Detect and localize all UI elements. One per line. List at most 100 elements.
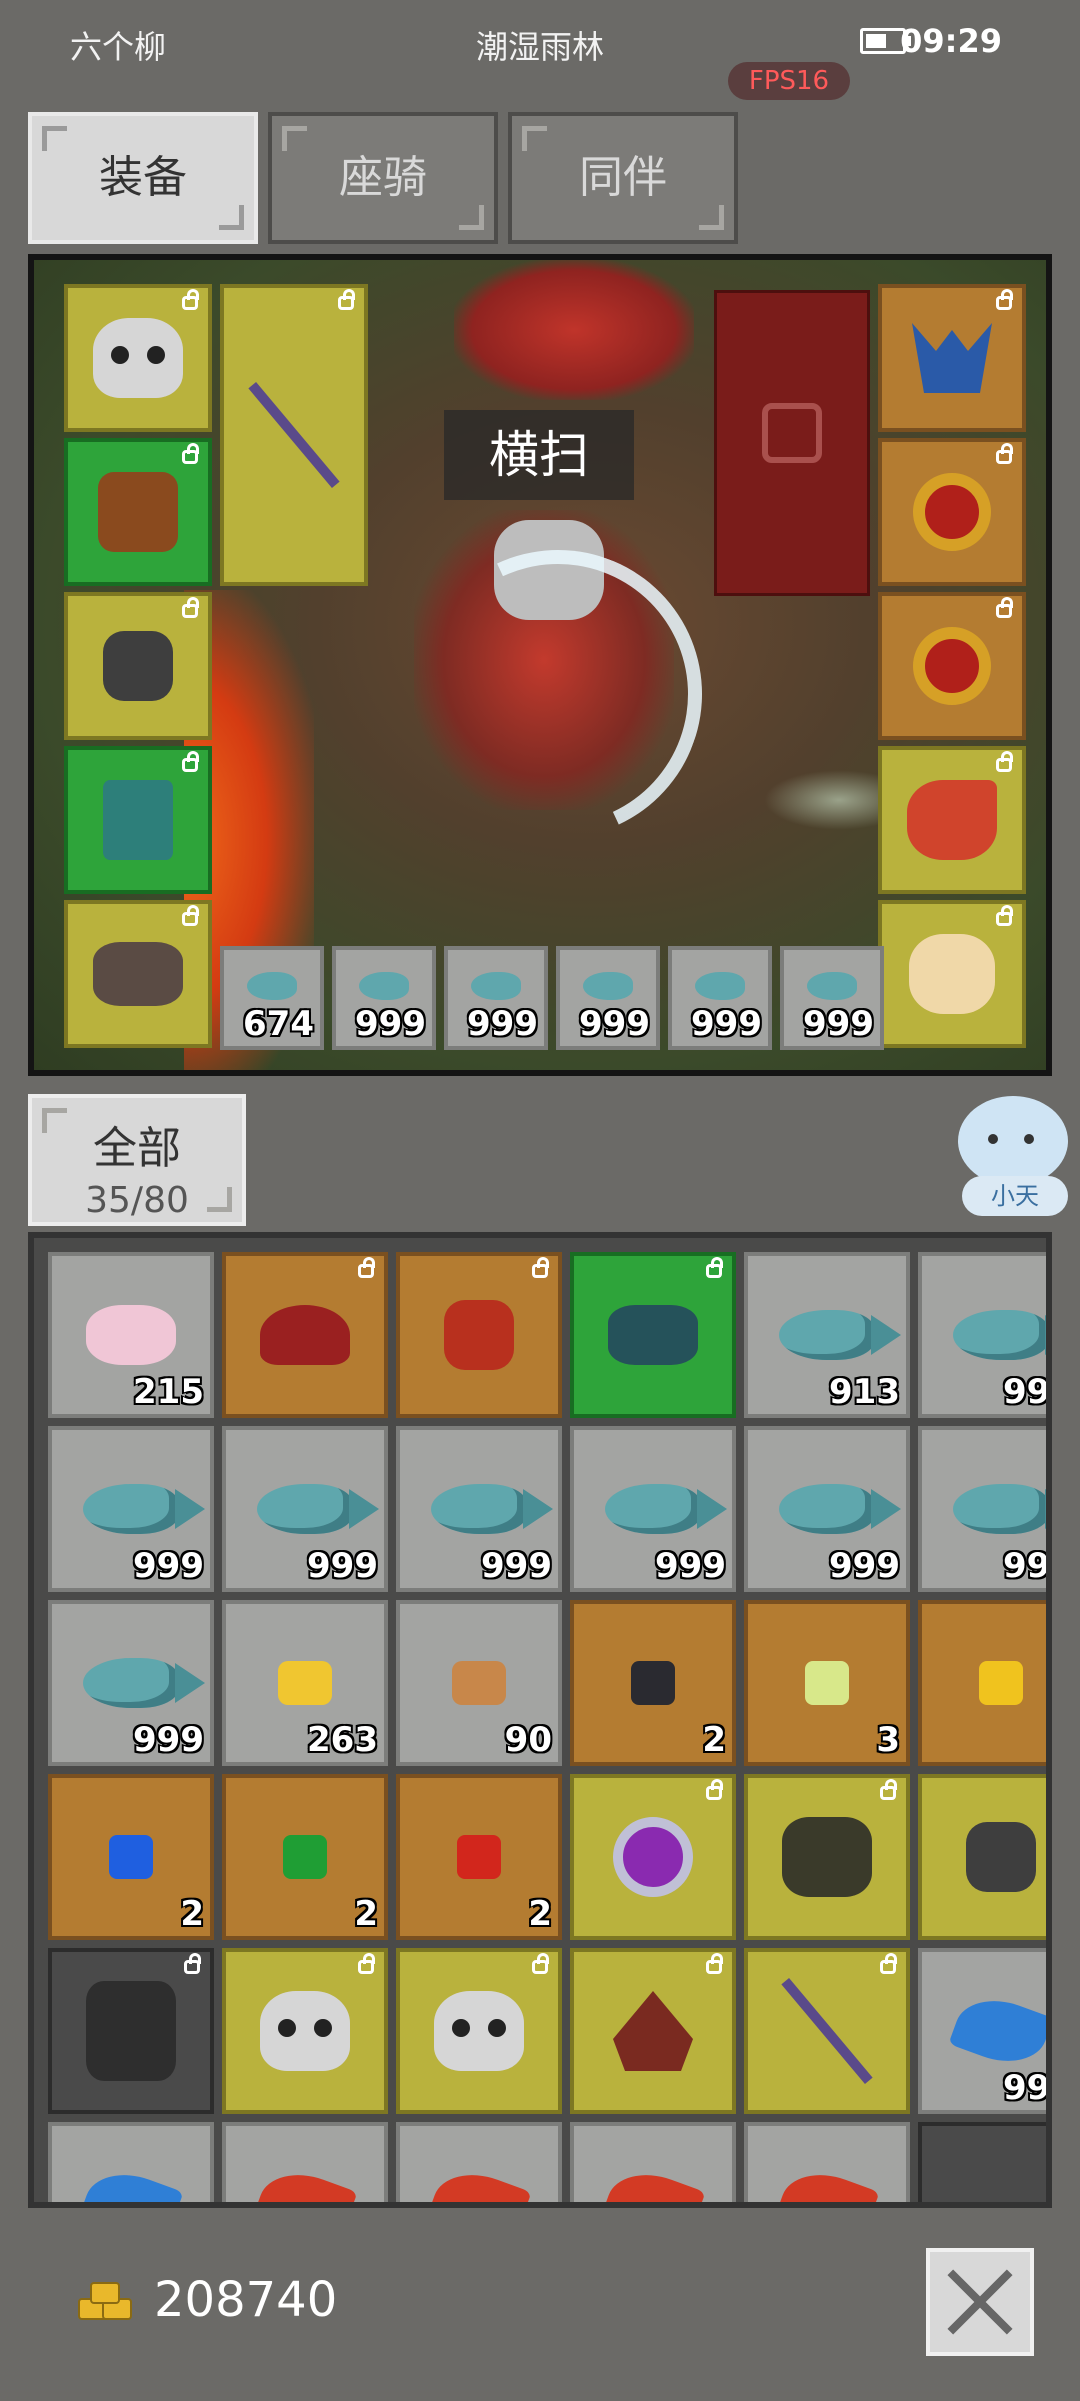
lime-gem-icon	[805, 1661, 849, 1705]
gold-amount: 208740	[154, 2272, 338, 2328]
inventory-slot[interactable]: 215	[48, 1252, 214, 1418]
inventory-slot[interactable]	[222, 1948, 388, 2114]
inventory-slot[interactable]: 999	[48, 1426, 214, 1592]
inventory-slot[interactable]: 999	[48, 1600, 214, 1766]
lock-icon	[706, 1257, 723, 1278]
item-count: 2	[702, 1720, 726, 1760]
equip-slot-head-ornament[interactable]	[878, 284, 1026, 432]
inventory-slot[interactable]	[744, 1948, 910, 2114]
equip-slot-ring-1[interactable]	[878, 438, 1026, 586]
inventory-slot[interactable]: 999	[570, 1426, 736, 1592]
inventory-slot[interactable]	[48, 1948, 214, 2114]
equip-slot-mount[interactable]	[878, 746, 1026, 894]
inventory-slot[interactable]	[918, 1774, 1046, 1940]
skull-helmet-icon	[93, 318, 183, 398]
inventory-slot[interactable]: 913	[744, 1252, 910, 1418]
inventory-slot-empty[interactable]	[918, 2122, 1046, 2202]
item-count: 913	[829, 1372, 900, 1412]
item-count: 999	[133, 1546, 204, 1586]
teal-boots-icon	[103, 780, 173, 860]
inventory-slot[interactable]	[222, 1252, 388, 1418]
item-count: 674	[243, 1004, 314, 1044]
equip-slot-gloves[interactable]	[64, 592, 212, 740]
equip-slot-boots[interactable]	[64, 746, 212, 894]
battery-icon	[860, 28, 911, 54]
barrel-armor-icon	[782, 1817, 872, 1897]
inventory-slot[interactable]: 999	[918, 1252, 1046, 1418]
dark-bag-icon	[93, 942, 183, 1006]
fish-icon	[807, 972, 857, 1001]
inventory-slot[interactable]: 2	[396, 1774, 562, 1940]
quick-slot-4[interactable]: 999	[556, 946, 660, 1050]
inventory-slot[interactable]: 999	[396, 2122, 562, 2202]
red-feather-icon	[774, 2161, 880, 2202]
inventory-slot[interactable]: 999	[918, 1426, 1046, 1592]
inventory-slot[interactable]: 2	[48, 1774, 214, 1940]
equip-slot-ring-2[interactable]	[878, 592, 1026, 740]
inventory-slot[interactable]: 2	[570, 1600, 736, 1766]
item-count: 999	[655, 1546, 726, 1586]
equip-slot-armor[interactable]	[64, 438, 212, 586]
inventory-slot[interactable]	[918, 1600, 1046, 1766]
inventory-slot[interactable]: 999	[396, 1426, 562, 1592]
tab-mount[interactable]: 座骑	[268, 112, 498, 244]
inventory-slot[interactable]: 286	[48, 2122, 214, 2202]
item-count: 999	[803, 1004, 874, 1044]
inventory-slot[interactable]: 999	[570, 2122, 736, 2202]
amethyst-pendant-icon	[613, 1817, 693, 1897]
inventory-slot[interactable]	[570, 1252, 736, 1418]
assistant-label: 小天	[962, 1176, 1068, 1216]
item-count: 2	[180, 1894, 204, 1934]
equip-slot-helmet[interactable]	[64, 284, 212, 432]
item-count: 999	[579, 1004, 650, 1044]
lock-icon	[706, 1779, 723, 1800]
iron-glove-icon	[103, 631, 173, 701]
skull-helmet-icon	[260, 1991, 350, 2071]
fish-icon	[583, 972, 633, 1001]
lock-icon	[996, 597, 1013, 618]
quick-slot-3[interactable]: 999	[444, 946, 548, 1050]
item-count: 3	[876, 1720, 900, 1760]
inventory-slot[interactable]	[570, 1948, 736, 2114]
quick-slot-2[interactable]: 999	[332, 946, 436, 1050]
equip-slot-bag[interactable]	[64, 900, 212, 1048]
inventory-slot[interactable]: 999	[744, 2122, 910, 2202]
inventory-slot[interactable]: 999	[918, 1948, 1046, 2114]
inventory-slot[interactable]: 2	[222, 1774, 388, 1940]
yellow-gem-icon	[979, 1661, 1023, 1705]
item-count: 2	[354, 1894, 378, 1934]
tab-equipment-label: 装备	[99, 152, 187, 203]
red-feather-icon	[600, 2161, 706, 2202]
quick-slot-6[interactable]: 999	[780, 946, 884, 1050]
quick-slot-1[interactable]: 674	[220, 946, 324, 1050]
close-button[interactable]	[926, 2248, 1034, 2356]
equip-slot-companion[interactable]	[878, 900, 1026, 1048]
red-glove-icon	[444, 1300, 514, 1370]
inventory-slot[interactable]: 3	[744, 1600, 910, 1766]
quick-slot-5[interactable]: 999	[668, 946, 772, 1050]
blue-feather-icon	[948, 1987, 1046, 2075]
lock-icon	[338, 289, 355, 310]
dark-armor-icon	[86, 1981, 176, 2081]
inventory-slot[interactable]	[396, 1948, 562, 2114]
tab-equipment[interactable]: 装备	[28, 112, 258, 244]
inventory-slot[interactable]: 558	[222, 2122, 388, 2202]
fish-icon	[257, 1484, 379, 1534]
inventory-slot[interactable]	[744, 1774, 910, 1940]
category-tab-all[interactable]: 全部 35/80	[28, 1094, 246, 1226]
lock-icon	[706, 1953, 723, 1974]
assistant-button[interactable]: 小天	[952, 1096, 1072, 1220]
inventory-slot[interactable]: 263	[222, 1600, 388, 1766]
tab-companion[interactable]: 同伴	[508, 112, 738, 244]
lock-icon	[996, 905, 1013, 926]
inventory-slot[interactable]	[396, 1252, 562, 1418]
inventory-slot[interactable]: 90	[396, 1600, 562, 1766]
inventory-slot[interactable]: 999	[744, 1426, 910, 1592]
inventory-slot[interactable]: 999	[222, 1426, 388, 1592]
lock-icon	[182, 597, 199, 618]
equip-slot-weapon[interactable]	[220, 284, 368, 586]
lock-icon	[532, 1257, 549, 1278]
cat-companion-icon	[909, 934, 995, 1014]
skill-label: 横扫	[444, 410, 634, 500]
inventory-slot[interactable]	[570, 1774, 736, 1940]
